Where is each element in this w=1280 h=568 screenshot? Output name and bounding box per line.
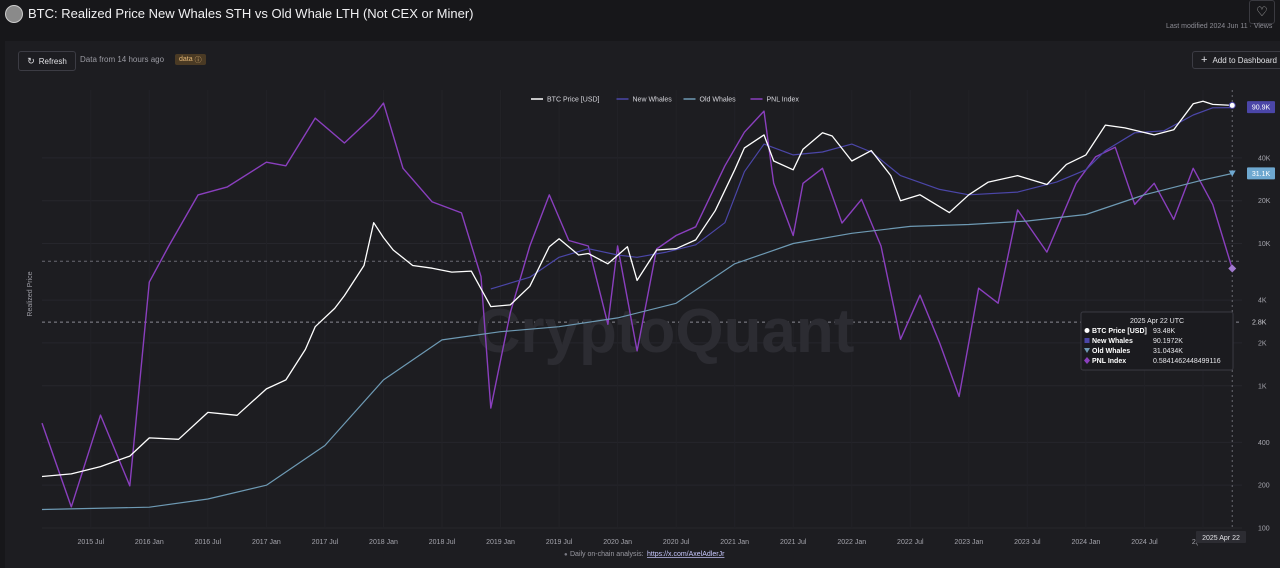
footer-link[interactable]: https://x.com/AxelAdlerJr: [647, 551, 725, 558]
x-tick-label: 2015 Jul: [78, 539, 105, 546]
y-tick-label: 10K: [1258, 241, 1271, 248]
y-tick-label: 1K: [1258, 383, 1267, 390]
x-tick-label: 2020 Jul: [663, 539, 690, 546]
x-tick-label: 2017 Jul: [312, 539, 339, 546]
y-tick-label: 400: [1258, 440, 1270, 447]
x-tick-label: 2019 Jul: [546, 539, 573, 546]
y-tick-label: 200: [1258, 483, 1270, 490]
chart[interactable]: CryptoQuant 100 200 400 1K 2K 4K 10K 20K 40K Reali…: [0, 0, 1280, 568]
x-tick-label: 2023 Jul: [1014, 539, 1041, 546]
x-tick-label: 2022 Jul: [897, 539, 924, 546]
x-tick-label: 2018 Jul: [429, 539, 456, 546]
watermark: CryptoQuant: [476, 297, 855, 366]
tooltip-row-label: New Whales: [1092, 338, 1133, 345]
last-value-label: 90.9K: [1252, 105, 1271, 112]
y-axis-label: Realized Price: [27, 271, 34, 316]
crosshair-value-label: 2.8K: [1252, 320, 1267, 327]
x-tick-label: 2021 Jul: [780, 539, 807, 546]
tooltip-row-value: 93.48K: [1153, 328, 1176, 335]
chain-icon: ●: [564, 552, 568, 558]
tooltip-row-value: 90.1972K: [1153, 338, 1183, 345]
tooltip-row-label: Old Whales: [1092, 348, 1130, 355]
x-tick-label: 2019 Jan: [486, 539, 515, 546]
btc-end-marker: [1228, 101, 1236, 109]
footer-text: Daily on-chain analysis:: [570, 551, 644, 558]
y-tick-label: 2K: [1258, 340, 1267, 347]
pnl-end-marker: [1228, 264, 1237, 273]
y-tick-label: 4K: [1258, 298, 1267, 305]
x-tick-label: 2021 Jan: [720, 539, 749, 546]
y-tick-label: 100: [1258, 526, 1270, 533]
x-tick-label: 2024 Jul: [1131, 539, 1158, 546]
last-value-label: 31.1K: [1252, 171, 1271, 178]
tooltip-row-value: 31.0434K: [1153, 348, 1183, 355]
tooltip-marker: [1084, 328, 1090, 333]
x-tick-label: 2017 Jan: [252, 539, 281, 546]
x-tick-label: 2024 Jan: [1071, 539, 1100, 546]
x-tick-label: 2016 Jan: [135, 539, 164, 546]
y-tick-label: 40K: [1258, 155, 1271, 162]
tooltip-marker: [1084, 338, 1090, 343]
x-tick-label: 2022 Jan: [837, 539, 866, 546]
legend-label: New Whales: [633, 97, 673, 104]
x-tick-label: 2016 Jul: [195, 539, 222, 546]
x-tick-label: 2023 Jan: [954, 539, 983, 546]
tooltip-row-label: BTC Price [USD]: [1092, 328, 1147, 335]
tooltip-date: 2025 Apr 22 UTC: [1130, 318, 1184, 325]
legend-label: PNL Index: [767, 97, 800, 104]
y-tick-label: 20K: [1258, 198, 1271, 205]
tooltip-row-label: PNL Index: [1092, 358, 1126, 365]
legend-label: BTC Price [USD]: [547, 97, 600, 104]
tooltip-row-value: 0.5841462448499116: [1153, 358, 1221, 365]
crosshair-date-label: 2025 Apr 22: [1202, 535, 1240, 542]
x-tick-label: 2020 Jan: [603, 539, 632, 546]
x-tick-label: 2018 Jan: [369, 539, 398, 546]
legend-label: Old Whales: [700, 97, 737, 104]
